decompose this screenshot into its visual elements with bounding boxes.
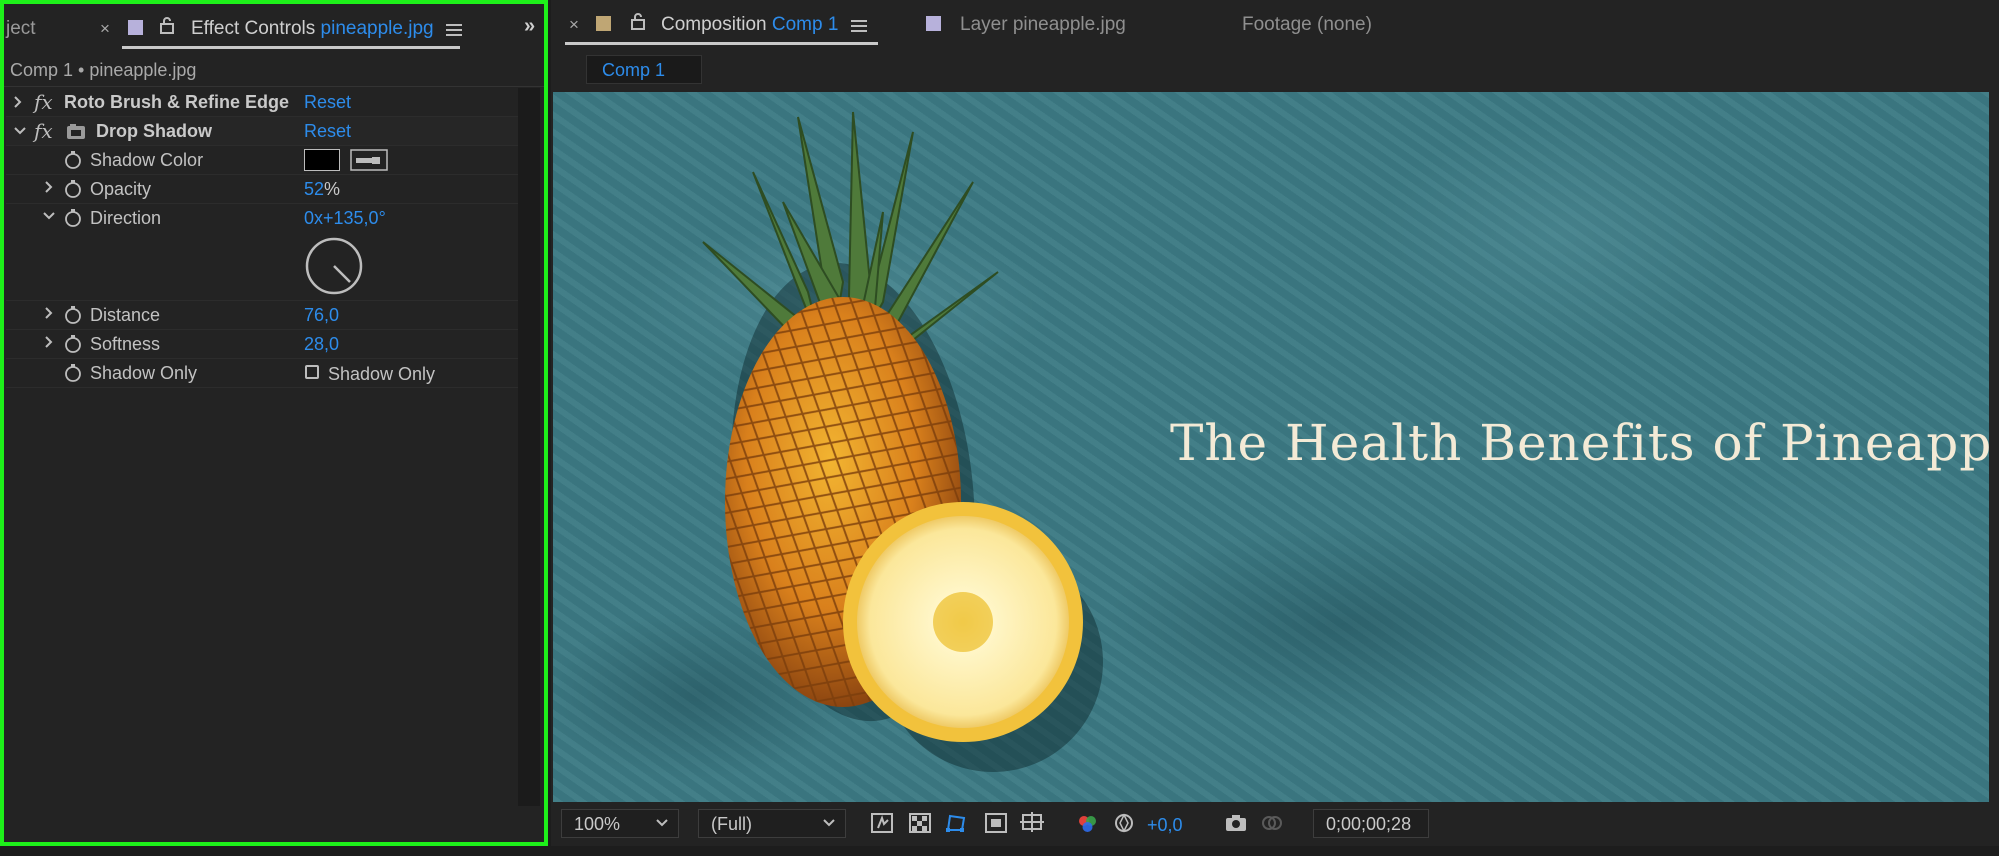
eyedropper-icon[interactable] [350,149,388,171]
chevron-down-icon [656,819,668,827]
property-label: Shadow Only [90,363,198,383]
property-label: Direction [90,208,162,228]
property-label: Opacity [90,179,152,199]
chevron-right-icon[interactable] [42,306,56,320]
comp-subtab[interactable]: Comp 1 [586,55,702,84]
opacity-value[interactable]: 52% [304,179,340,200]
reset-button[interactable]: Reset [304,121,351,142]
divider [4,86,544,87]
comp-subtab-label: Comp 1 [602,60,666,80]
property-label: Distance [90,305,161,325]
mask-path-icon[interactable] [944,812,968,834]
effect-name: Roto Brush & Refine Edge [64,92,290,112]
transparency-grid-icon[interactable] [908,812,932,834]
exposure-value[interactable]: +0,0 [1147,815,1183,836]
layer-color-swatch [926,16,941,31]
close-icon[interactable]: × [100,19,110,39]
safe-margins-icon[interactable] [984,812,1008,834]
effect-controls-color-swatch [128,20,143,35]
shadow-only-checkbox-label[interactable]: Shadow Only [328,364,435,385]
effect-drop-shadow[interactable]: fx Drop Shadow Reset [6,117,518,146]
softness-value[interactable]: 28,0 [304,334,339,355]
tab-project[interactable]: ject [6,18,36,40]
tab-layer-label: Layer [960,14,1008,35]
exposure-reset-icon[interactable] [1112,812,1136,834]
grid-icon[interactable] [1020,812,1044,834]
stopwatch-icon[interactable] [64,335,82,353]
snapshot-show-icon[interactable] [1260,812,1284,834]
expand-panels-icon[interactable]: » [524,15,535,38]
stopwatch-icon[interactable] [64,180,82,198]
property-softness: Softness 28,0 [6,330,518,359]
zoom-value: 100% [574,814,621,834]
property-label: Softness [90,334,161,354]
fx-icon[interactable]: fx [34,90,53,114]
distance-value[interactable]: 76,0 [304,305,339,326]
property-label: Shadow Color [90,150,204,170]
chevron-down-icon[interactable] [14,127,26,135]
tab-layer[interactable]: Layer pineapple.jpg [960,14,1126,36]
effect-name: Drop Shadow [96,121,212,141]
chevron-right-icon[interactable] [14,96,22,108]
opacity-unit: % [324,179,341,199]
resolution-value: (Full) [711,814,752,834]
fast-previews-icon[interactable] [870,812,894,834]
composition-viewer[interactable]: The Health Benefits of Pineapple [553,92,1989,802]
channel-icon[interactable] [1076,812,1100,834]
reset-button[interactable]: Reset [304,92,351,113]
effect-preset-icon [67,124,85,139]
composition-color-swatch [596,16,611,31]
property-distance: Distance 76,0 [6,301,518,330]
resolution-dropdown[interactable]: (Full) [698,809,846,838]
property-opacity: Opacity 52% [6,175,518,204]
fx-icon[interactable]: fx [34,119,53,143]
tab-effect-controls-target: pineapple.jpg [320,18,434,39]
stopwatch-icon[interactable] [64,364,82,382]
tab-effect-controls[interactable]: Effect Controls pineapple.jpg [191,18,434,40]
menu-icon[interactable] [851,20,867,33]
stopwatch-icon[interactable] [64,306,82,324]
active-tab-underline [565,42,878,45]
direction-revolutions[interactable]: 0x [304,208,323,228]
active-tab-underline [122,46,460,49]
direction-angle[interactable]: +135,0° [323,208,386,228]
breadcrumb: Comp 1 • pineapple.jpg [10,60,197,80]
tab-effect-controls-label: Effect Controls [191,18,316,39]
checkbox-icon[interactable] [305,365,319,379]
property-shadow-color: Shadow Color [6,146,518,175]
camera-icon[interactable] [1224,812,1248,834]
close-icon[interactable]: × [569,15,579,35]
effect-controls-panel: ject × Effect Controls pineapple.jpg » C… [0,0,548,846]
tab-footage[interactable]: Footage (none) [1242,14,1372,36]
chevron-right-icon[interactable] [42,180,56,194]
timecode-display[interactable]: 0;00;00;28 [1313,809,1429,838]
stopwatch-icon[interactable] [64,209,82,227]
timecode-value: 0;00;00;28 [1326,814,1412,834]
chevron-right-icon[interactable] [42,335,56,349]
property-direction: Direction 0x+135,0° [6,204,518,301]
zoom-dropdown[interactable]: 100% [561,809,679,838]
chevron-down-icon[interactable] [42,209,56,223]
opacity-number[interactable]: 52 [304,179,324,199]
direction-value[interactable]: 0x+135,0° [304,208,386,229]
tab-composition[interactable]: Composition Comp 1 [661,14,838,36]
stopwatch-icon[interactable] [64,151,82,169]
shadow-color-swatch[interactable] [304,149,340,171]
tab-composition-name: Comp 1 [771,14,839,35]
left-tab-bar: ject × Effect Controls pineapple.jpg » [4,4,544,50]
scrollbar[interactable] [518,88,540,806]
tab-layer-name: pineapple.jpg [1012,14,1126,35]
tab-composition-label: Composition [661,14,767,35]
property-shadow-only: Shadow Only Shadow Only [6,359,518,388]
composition-title-text[interactable]: The Health Benefits of Pineapple [1170,414,1989,472]
effect-roto-brush[interactable]: fx Roto Brush & Refine Edge Reset [6,88,518,117]
menu-icon[interactable] [446,24,462,37]
lock-icon[interactable] [631,13,645,30]
chevron-down-icon [823,819,835,827]
lock-icon[interactable] [160,17,174,34]
dial-icon[interactable] [304,236,364,296]
